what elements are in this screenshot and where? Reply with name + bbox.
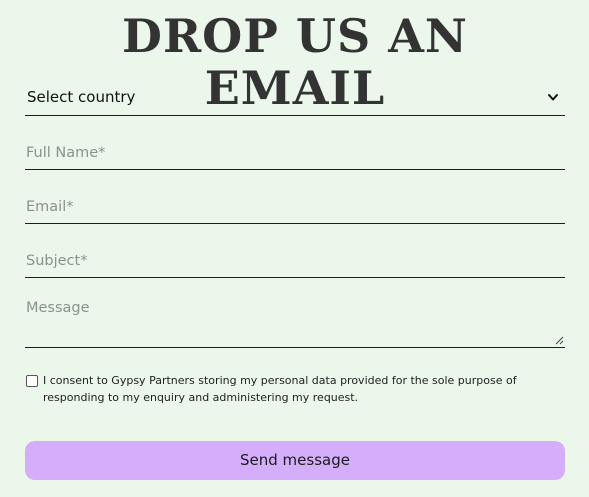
email-field[interactable]: Email* <box>25 188 565 224</box>
chevron-down-icon <box>548 94 558 101</box>
consent-checkbox[interactable] <box>26 375 38 387</box>
message-textarea[interactable]: Message <box>25 296 565 348</box>
full-name-field[interactable]: Full Name* <box>25 134 565 170</box>
country-select[interactable]: Select country <box>25 80 565 116</box>
resize-handle-icon[interactable] <box>554 335 564 345</box>
subject-field[interactable]: Subject* <box>25 242 565 278</box>
send-message-button[interactable]: Send message <box>25 441 565 480</box>
consent-label: I consent to Gypsy Partners storing my p… <box>43 374 517 404</box>
subject-placeholder: Subject* <box>26 253 88 269</box>
email-placeholder: Email* <box>26 199 74 215</box>
country-select-value: Select country <box>27 88 136 106</box>
message-placeholder: Message <box>26 300 90 316</box>
full-name-placeholder: Full Name* <box>26 145 106 161</box>
